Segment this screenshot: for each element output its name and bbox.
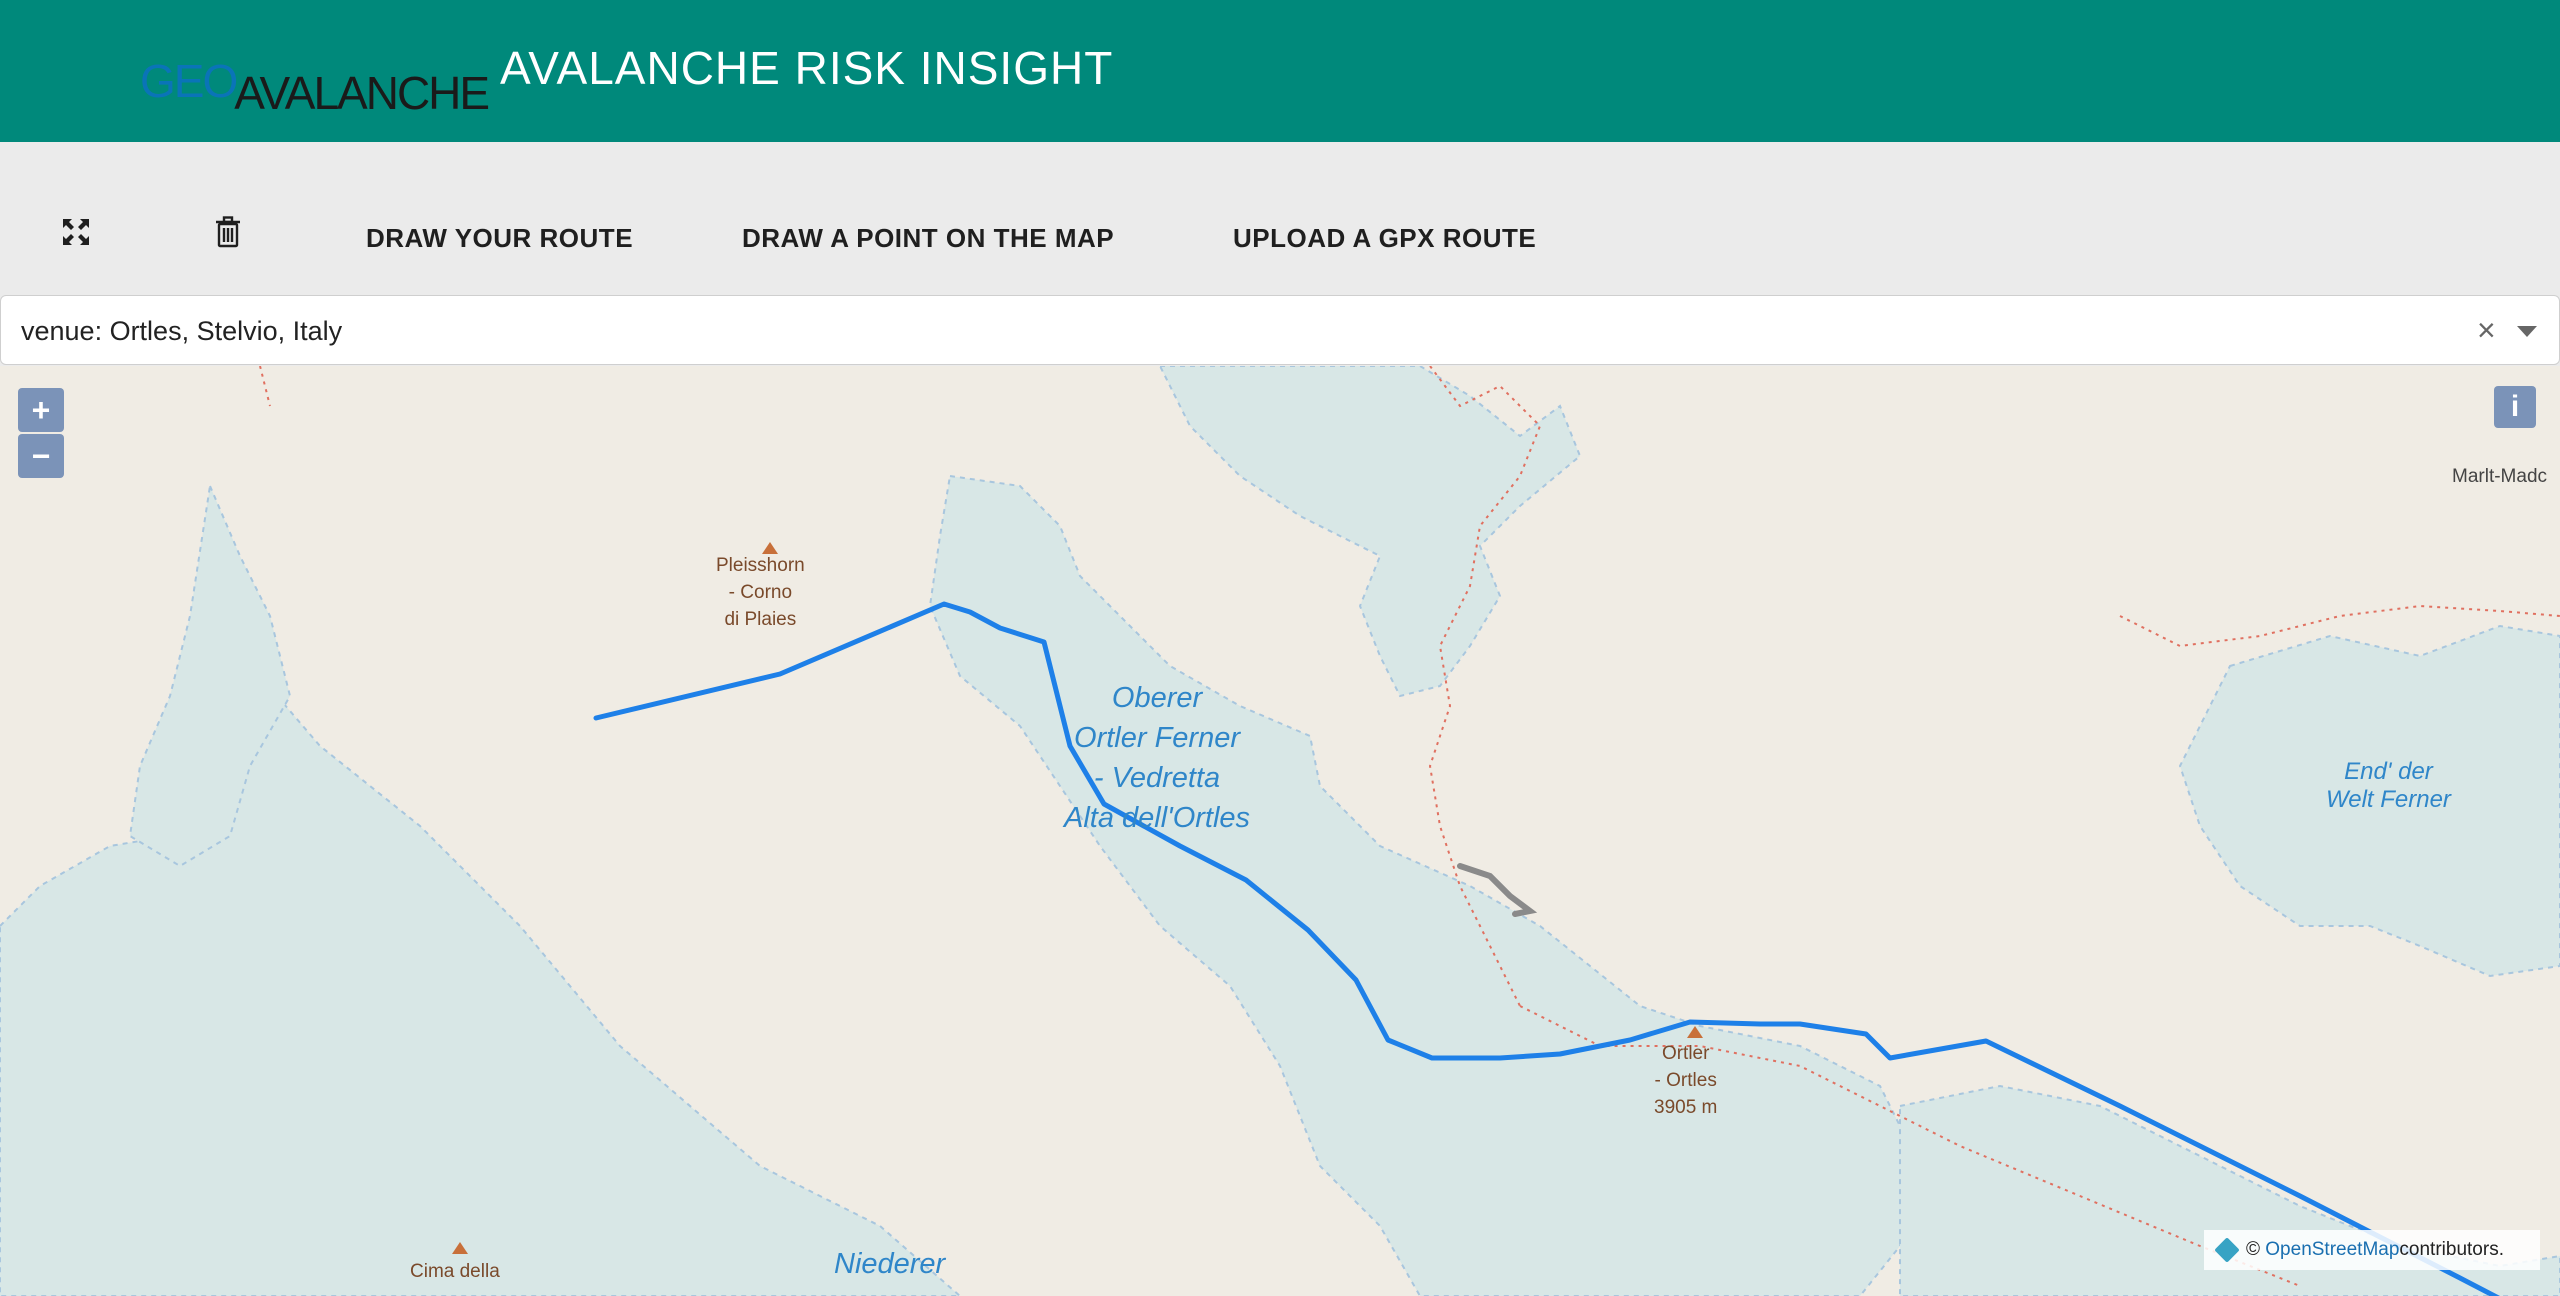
label-line: Ortler (1661, 1043, 1710, 1064)
trash-icon[interactable] (208, 212, 248, 252)
upload-gpx-button[interactable]: UPLOAD A GPX ROUTE (1233, 220, 1536, 256)
label-line: Pleisshorn (716, 555, 805, 576)
label-line: Welt Ferner (2326, 786, 2451, 813)
glacier-label-oberer: Oberer Ortler Ferner - Vedretta Alta del… (1064, 678, 1250, 838)
trail-northwest (259, 366, 271, 407)
draw-route-button[interactable]: DRAW YOUR ROUTE (366, 220, 633, 256)
place-label-marlt: Marlt-Madc (2452, 466, 2548, 487)
logo-avalanche-text: AVALANCHE (234, 67, 490, 119)
peak-label-ortler: Ortler - Ortles 3905 m (1654, 1040, 1717, 1121)
info-button[interactable]: i (2494, 386, 2536, 428)
toolbar (0, 142, 2560, 294)
label-line: End' der (2344, 758, 2433, 785)
app-header: GEO AVALANCHE AVALANCHE RISK INSIGHT (0, 0, 2560, 142)
attribution-suffix: contributors. (2399, 1239, 2504, 1260)
openlayers-logo-icon[interactable] (2214, 1237, 2240, 1263)
peak-label-pleisshorn: Pleisshorn - Corno di Plaies (716, 552, 805, 633)
map-canvas[interactable] (0, 366, 2560, 1296)
label-line: Alta dell'Ortles (1064, 802, 1251, 834)
label-line: di Plaies (724, 609, 797, 630)
label-line: - Corno (728, 582, 793, 603)
label-line: 3905 m (1654, 1097, 1718, 1118)
map-attribution: © OpenStreetMap contributors. (2204, 1230, 2540, 1270)
app-title: AVALANCHE RISK INSIGHT (500, 42, 1114, 94)
label-line: - Vedretta (1093, 762, 1221, 794)
label-line: Ortler Ferner (1074, 722, 1241, 754)
venue-input[interactable] (21, 310, 2421, 352)
glacier-label-niederer: Niederer (834, 1248, 946, 1280)
label-line: Oberer (1111, 682, 1203, 714)
close-icon[interactable]: × (2477, 310, 2496, 350)
geoavalanche-logo[interactable]: GEO AVALANCHE (140, 44, 490, 116)
openstreetmap-link[interactable]: OpenStreetMap (2265, 1239, 2399, 1261)
draw-point-button[interactable]: DRAW A POINT ON THE MAP (742, 220, 1114, 256)
peak-label-cima: Cima della (410, 1261, 500, 1282)
map[interactable]: Pleisshorn - Corno di Plaies Oberer Ortl… (0, 366, 2560, 1296)
label-line: - Ortles (1654, 1070, 1717, 1091)
logo-geo-text: GEO (140, 55, 238, 107)
venue-select[interactable]: × (0, 295, 2560, 365)
glacier-north (1158, 366, 1582, 698)
expand-icon[interactable] (56, 212, 96, 252)
attribution-copyright: © (2246, 1239, 2260, 1260)
zoom-in-button[interactable]: + (18, 388, 64, 432)
chevron-down-icon[interactable] (2517, 326, 2537, 337)
glacier-label-end-der: End' der Welt Ferner (2326, 758, 2451, 814)
zoom-out-button[interactable]: − (18, 434, 64, 478)
